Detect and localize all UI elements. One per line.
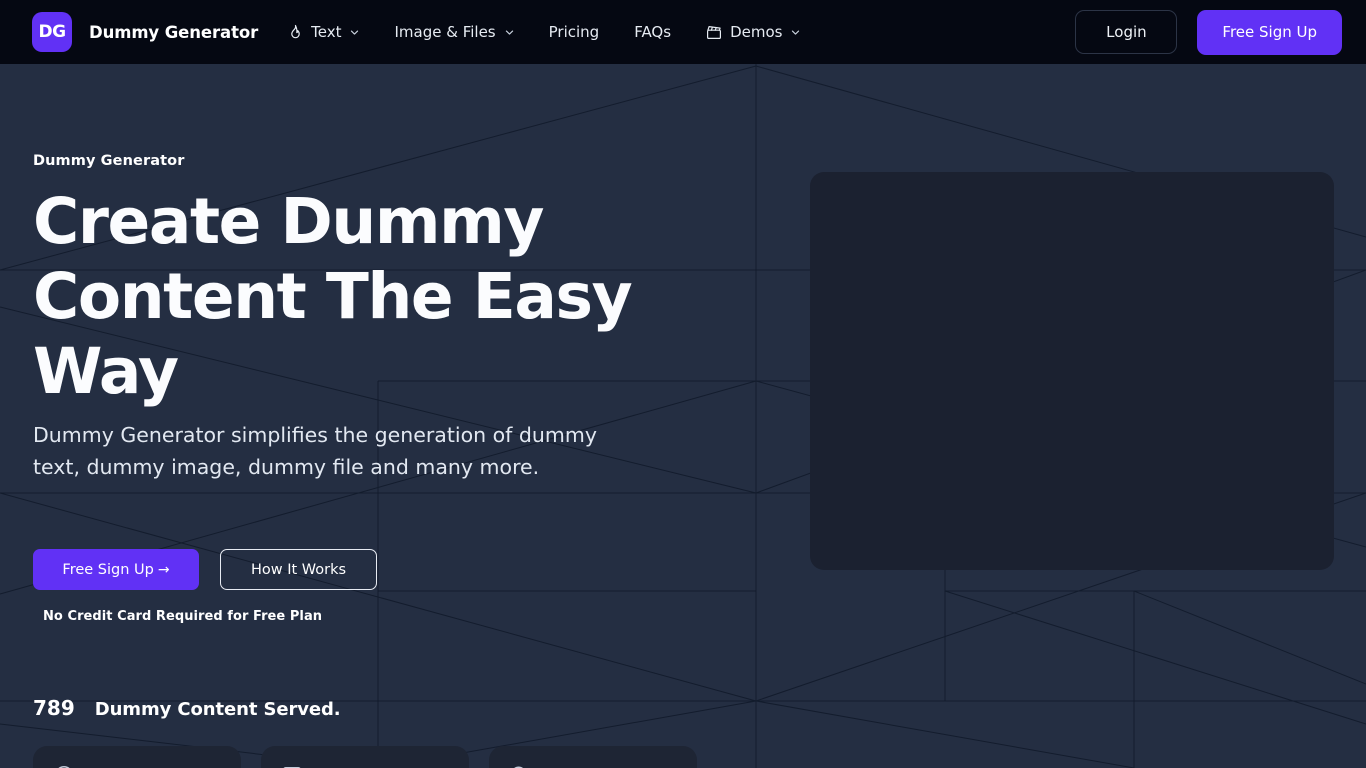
feature-card-row: [33, 746, 697, 768]
hero-eyebrow: Dummy Generator: [33, 153, 185, 169]
nav-item-faqs[interactable]: FAQs: [634, 15, 671, 49]
chevron-down-icon: [505, 28, 514, 37]
nav-item-demos-label: Demos: [730, 23, 783, 41]
login-button[interactable]: Login: [1075, 10, 1178, 54]
free-signup-button-hero[interactable]: Free Sign Up →: [33, 549, 199, 590]
served-counter-label: Dummy Content Served.: [94, 699, 341, 720]
flame-icon: [287, 24, 303, 40]
no-credit-card-note: No Credit Card Required for Free Plan: [43, 609, 323, 624]
logo-icon[interactable]: DG: [32, 12, 72, 52]
nav-item-demos[interactable]: Demos: [706, 15, 800, 49]
hero-section: Dummy Generator Create Dummy Content The…: [0, 64, 1366, 768]
chevron-down-icon: [350, 28, 359, 37]
chevron-down-icon: [791, 28, 800, 37]
search-icon: [509, 764, 531, 768]
feature-card-clock[interactable]: [33, 746, 241, 768]
nav-item-text[interactable]: Text: [287, 15, 359, 49]
hero-content: Dummy Generator Create Dummy Content The…: [0, 64, 1366, 768]
free-signup-button-hero-label: Free Sign Up: [62, 561, 154, 578]
arrow-right-icon: →: [157, 561, 170, 578]
nav-brand-group: DG Dummy Generator: [32, 12, 258, 52]
how-it-works-button[interactable]: How It Works: [220, 549, 377, 590]
served-counter: 789 Dummy Content Served.: [33, 696, 341, 720]
feature-card-image[interactable]: [261, 746, 469, 768]
nav-item-pricing[interactable]: Pricing: [549, 15, 600, 49]
nav-item-image-files[interactable]: Image & Files: [394, 15, 513, 49]
brand-name[interactable]: Dummy Generator: [89, 23, 258, 42]
hero-subtitle: Dummy Generator simplifies the generatio…: [33, 423, 597, 479]
image-icon: [281, 764, 303, 768]
hero-cta-group: Free Sign Up → How It Works: [33, 549, 377, 590]
top-navigation-bar: DG Dummy Generator Text Image & Files Pr…: [0, 0, 1366, 64]
primary-nav: Text Image & Files Pricing FAQs Demos: [287, 15, 835, 49]
free-signup-button-nav[interactable]: Free Sign Up: [1197, 9, 1342, 55]
served-counter-number: 789: [33, 696, 75, 720]
page-title: Create Dummy Content The Easy Way: [33, 185, 633, 408]
feature-card-search[interactable]: [489, 746, 697, 768]
nav-item-text-label: Text: [311, 23, 342, 41]
nav-item-image-files-label: Image & Files: [394, 23, 496, 41]
clock-icon: [53, 764, 75, 768]
nav-actions: Login Free Sign Up: [1075, 9, 1342, 55]
clapperboard-icon: [706, 24, 722, 40]
nav-item-faqs-label: FAQs: [634, 23, 672, 41]
nav-item-pricing-label: Pricing: [548, 23, 600, 41]
